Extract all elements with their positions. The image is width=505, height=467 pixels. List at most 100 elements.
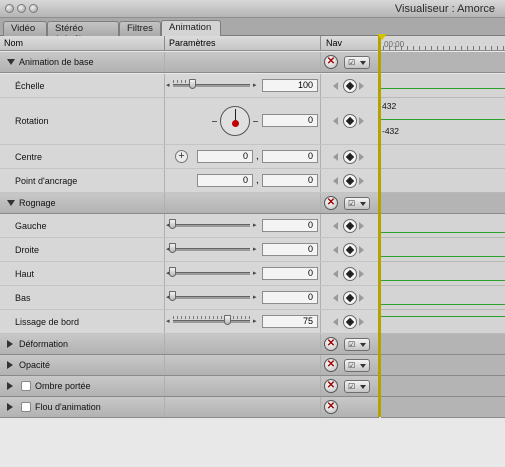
zoom-window-button[interactable] bbox=[29, 4, 38, 13]
tab-filters[interactable]: Filtres bbox=[119, 21, 161, 36]
timeline-row[interactable] bbox=[381, 169, 505, 193]
bottom-slider-track[interactable] bbox=[173, 296, 250, 299]
reset-icon[interactable]: ✕ bbox=[324, 55, 338, 69]
close-window-button[interactable] bbox=[5, 4, 14, 13]
keyframe-menu-button[interactable]: ☑ bbox=[344, 338, 370, 351]
scale-value-field[interactable]: 100 bbox=[262, 79, 318, 92]
keyframe-menu-button[interactable]: ☑ bbox=[344, 359, 370, 372]
reset-icon[interactable]: ✕ bbox=[324, 337, 338, 351]
keyframe-menu-button[interactable]: ☑ bbox=[344, 380, 370, 393]
bottom-slider-thumb[interactable] bbox=[169, 291, 176, 301]
scale-slider-thumb[interactable] bbox=[188, 79, 196, 89]
disclosure-triangle-icon[interactable] bbox=[7, 382, 13, 390]
next-keyframe-icon[interactable] bbox=[359, 177, 364, 185]
timeline-row[interactable] bbox=[381, 193, 505, 214]
add-keyframe-icon[interactable] bbox=[343, 174, 357, 188]
next-keyframe-icon[interactable] bbox=[359, 153, 364, 161]
keyframe-menu-button[interactable]: ☑ bbox=[344, 56, 370, 69]
previous-keyframe-icon[interactable] bbox=[333, 222, 338, 230]
add-keyframe-icon[interactable] bbox=[343, 291, 357, 305]
next-keyframe-icon[interactable] bbox=[359, 270, 364, 278]
motion-blur-checkbox[interactable] bbox=[21, 402, 31, 412]
disclosure-triangle-icon[interactable] bbox=[7, 200, 15, 206]
rotation-dial[interactable] bbox=[220, 106, 250, 136]
timeline-row[interactable] bbox=[381, 145, 505, 169]
left-slider-thumb[interactable] bbox=[169, 219, 176, 229]
tab-video[interactable]: Vidéo bbox=[3, 21, 47, 36]
timeline-row[interactable] bbox=[381, 74, 505, 98]
center-x-field[interactable]: 0 bbox=[197, 150, 253, 163]
add-keyframe-icon[interactable] bbox=[343, 315, 357, 329]
timeline-row[interactable] bbox=[381, 334, 505, 355]
previous-keyframe-icon[interactable] bbox=[333, 153, 338, 161]
timeline-row[interactable] bbox=[381, 376, 505, 397]
edge-value-field[interactable]: 75 bbox=[262, 315, 318, 328]
timeline-row[interactable] bbox=[381, 310, 505, 334]
previous-keyframe-icon[interactable] bbox=[333, 270, 338, 278]
previous-keyframe-icon[interactable] bbox=[333, 82, 338, 90]
add-keyframe-icon[interactable] bbox=[343, 150, 357, 164]
edge-slider-thumb[interactable] bbox=[224, 315, 232, 325]
scale-slider-track[interactable] bbox=[173, 84, 250, 87]
timeline-row[interactable] bbox=[381, 214, 505, 238]
tab-stereo[interactable]: Stéréo (a1a2) bbox=[47, 21, 119, 45]
anchor-y-field[interactable]: 0 bbox=[262, 174, 318, 187]
timeline-row[interactable] bbox=[381, 262, 505, 286]
rotation-value-field[interactable]: 0 bbox=[262, 114, 318, 127]
next-keyframe-icon[interactable] bbox=[359, 82, 364, 90]
timeline-row[interactable] bbox=[381, 52, 505, 73]
timeline-row[interactable]: 432 -432 bbox=[381, 98, 505, 145]
disclosure-triangle-icon[interactable] bbox=[7, 340, 13, 348]
disclosure-triangle-icon[interactable] bbox=[7, 59, 15, 65]
reset-icon[interactable]: ✕ bbox=[324, 379, 338, 393]
previous-keyframe-icon[interactable] bbox=[333, 117, 338, 125]
bottom-value-field[interactable]: 0 bbox=[262, 291, 318, 304]
playhead[interactable] bbox=[378, 36, 381, 417]
center-y-field[interactable]: 0 bbox=[262, 150, 318, 163]
section-opacity[interactable]: Opacité ✕ ☑ bbox=[0, 355, 379, 376]
tab-animation[interactable]: Animation bbox=[161, 20, 221, 37]
minimize-window-button[interactable] bbox=[17, 4, 26, 13]
next-keyframe-icon[interactable] bbox=[359, 246, 364, 254]
right-slider-thumb[interactable] bbox=[169, 243, 176, 253]
top-value-field[interactable]: 0 bbox=[262, 267, 318, 280]
timeline-row[interactable] bbox=[381, 238, 505, 262]
section-crop[interactable]: Rognage ✕ ☑ bbox=[0, 193, 379, 214]
left-slider-track[interactable] bbox=[173, 224, 250, 227]
left-value-field[interactable]: 0 bbox=[262, 219, 318, 232]
top-slider-track[interactable] bbox=[173, 272, 250, 275]
previous-keyframe-icon[interactable] bbox=[333, 246, 338, 254]
section-base-motion[interactable]: Animation de base ✕ ☑ bbox=[0, 52, 379, 73]
reset-icon[interactable]: ✕ bbox=[324, 400, 338, 414]
edge-slider-track[interactable] bbox=[173, 320, 250, 323]
drop-shadow-checkbox[interactable] bbox=[21, 381, 31, 391]
timeline-ruler[interactable]: 00:00 bbox=[381, 36, 505, 51]
add-keyframe-icon[interactable] bbox=[343, 79, 357, 93]
section-motion-blur[interactable]: Flou d'animation ✕ bbox=[0, 397, 379, 418]
next-keyframe-icon[interactable] bbox=[359, 294, 364, 302]
next-keyframe-icon[interactable] bbox=[359, 222, 364, 230]
timeline-row[interactable] bbox=[381, 286, 505, 310]
timeline-row[interactable] bbox=[381, 355, 505, 376]
add-keyframe-icon[interactable] bbox=[343, 114, 357, 128]
reset-icon[interactable]: ✕ bbox=[324, 196, 338, 210]
previous-keyframe-icon[interactable] bbox=[333, 318, 338, 326]
add-keyframe-icon[interactable] bbox=[343, 267, 357, 281]
top-slider-thumb[interactable] bbox=[169, 267, 176, 277]
playhead-handle-icon[interactable] bbox=[377, 34, 387, 40]
previous-keyframe-icon[interactable] bbox=[333, 177, 338, 185]
anchor-x-field[interactable]: 0 bbox=[197, 174, 253, 187]
reset-icon[interactable]: ✕ bbox=[324, 358, 338, 372]
keyframe-menu-button[interactable]: ☑ bbox=[344, 197, 370, 210]
crosshair-icon[interactable]: + bbox=[175, 150, 188, 163]
disclosure-triangle-icon[interactable] bbox=[7, 403, 13, 411]
next-keyframe-icon[interactable] bbox=[359, 318, 364, 326]
section-drop-shadow[interactable]: Ombre portée ✕ ☑ bbox=[0, 376, 379, 397]
right-slider-track[interactable] bbox=[173, 248, 250, 251]
next-keyframe-icon[interactable] bbox=[359, 117, 364, 125]
timeline-row[interactable] bbox=[381, 397, 505, 418]
section-distort[interactable]: Déformation ✕ ☑ bbox=[0, 334, 379, 355]
add-keyframe-icon[interactable] bbox=[343, 219, 357, 233]
disclosure-triangle-icon[interactable] bbox=[7, 361, 13, 369]
right-value-field[interactable]: 0 bbox=[262, 243, 318, 256]
